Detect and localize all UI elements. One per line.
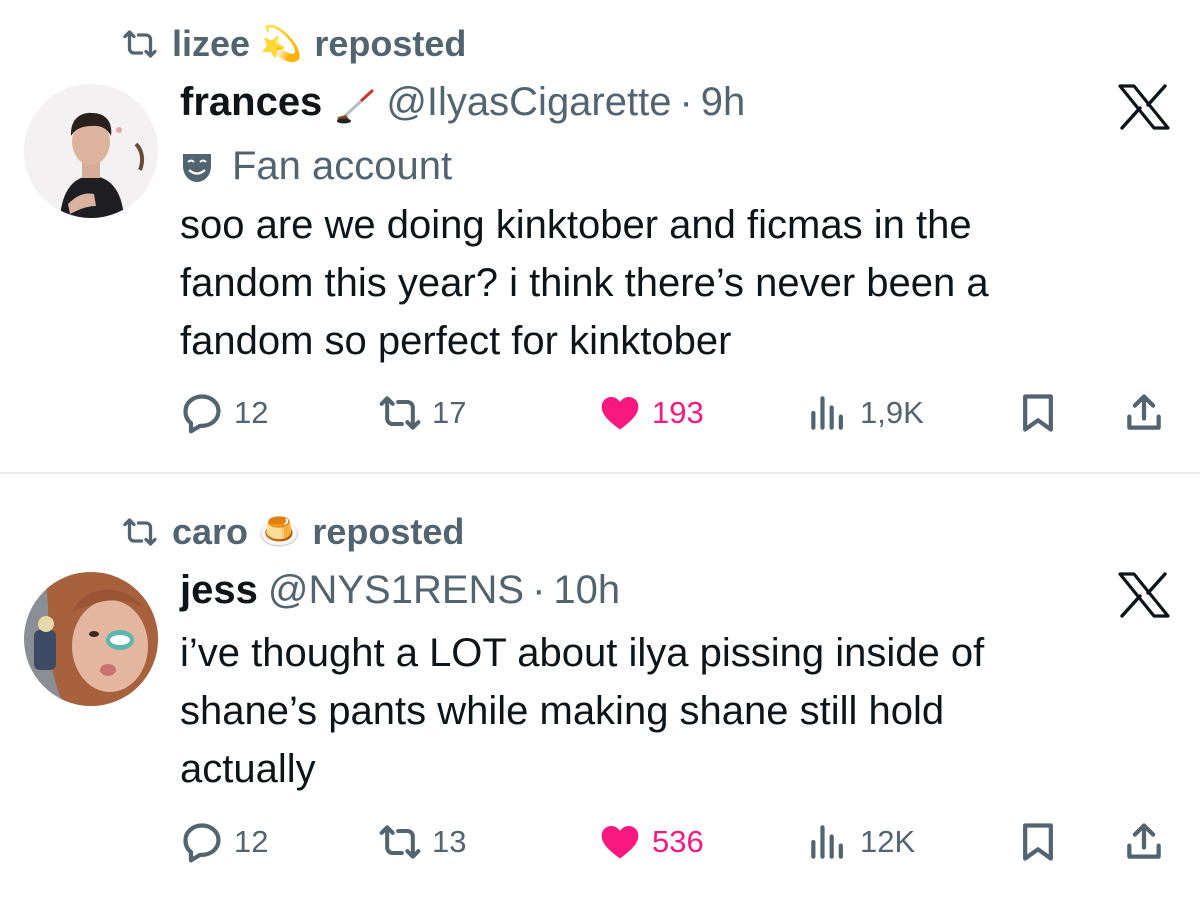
avatar-photo (24, 572, 158, 706)
avatar-photo (24, 84, 158, 218)
sparkle-emoji: 💫 (260, 25, 303, 63)
flan-emoji: 🍮 (258, 513, 301, 551)
bookmark-icon (1023, 823, 1053, 861)
tweet-card[interactable]: caro 🍮 reposted jess @NYS1RENS · 10h i’v… (0, 474, 1200, 903)
views-button[interactable]: 12K (806, 817, 915, 867)
tweet-header: jess @NYS1RENS · 10h (180, 568, 620, 620)
repost-button[interactable]: 13 (378, 817, 466, 867)
reply-button[interactable]: 12 (180, 388, 268, 438)
tweet-text: soo are we doing kinktober and ficmas in… (180, 196, 1170, 370)
avatar[interactable] (24, 84, 158, 218)
bookmark-icon (1023, 394, 1053, 432)
x-logo-icon[interactable] (1118, 572, 1170, 618)
reply-button[interactable]: 12 (180, 817, 268, 867)
reposter-name[interactable]: lizee (172, 23, 250, 65)
repost-button[interactable]: 17 (378, 388, 466, 438)
share-button[interactable] (1122, 388, 1176, 438)
share-icon (1127, 823, 1161, 859)
views-count: 1,9K (860, 395, 924, 430)
repost-count: 13 (432, 824, 467, 859)
repost-context[interactable]: caro 🍮 reposted (118, 510, 464, 554)
hockey-stick-icon (337, 89, 374, 124)
repost-icon (379, 396, 421, 430)
repost-icon (123, 518, 157, 546)
theater-mask-icon (183, 153, 211, 182)
bookmark-button[interactable] (1016, 817, 1070, 867)
views-button[interactable]: 1,9K (806, 388, 924, 438)
views-count: 12K (860, 824, 916, 859)
reposted-label: reposted (312, 511, 465, 552)
text-line: shane’s pants while making shane still h… (180, 689, 945, 733)
tweet-text: i’ve thought a LOT about ilya pissing in… (180, 624, 1170, 798)
heart-icon (601, 397, 639, 430)
reply-count: 12 (234, 824, 269, 859)
action-bar: 12 13 536 12K (180, 817, 1170, 867)
repost-count: 17 (432, 395, 467, 430)
x-logo-icon[interactable] (1118, 84, 1170, 130)
repost-context[interactable]: lizee 💫 reposted (118, 22, 466, 66)
reply-count: 12 (234, 395, 269, 430)
heart-icon (601, 826, 639, 859)
author-handle[interactable]: @NYS1RENS (268, 568, 524, 613)
tweet-header: frances @IlyasCigarette · 9h (180, 80, 745, 132)
views-icon (811, 825, 843, 859)
bookmark-button[interactable] (1016, 388, 1070, 438)
text-line: soo are we doing kinktober and ficmas in… (180, 203, 972, 247)
like-button[interactable]: 536 (598, 817, 704, 867)
separator-dot: · (679, 80, 693, 124)
share-icon (1127, 394, 1161, 430)
reply-icon (183, 394, 221, 434)
author-name[interactable]: frances (180, 80, 322, 125)
views-icon (811, 396, 843, 430)
like-button[interactable]: 193 (598, 388, 704, 438)
author-handle[interactable]: @IlyasCigarette (386, 80, 671, 125)
reposted-label: reposted (314, 23, 467, 64)
repost-icon (379, 825, 421, 859)
tweet-card[interactable]: lizee 💫 reposted frances @IlyasCigarette… (0, 0, 1200, 472)
text-line: i’ve thought a LOT about ilya pissing in… (180, 631, 985, 675)
separator-dot: · (532, 568, 546, 612)
author-name[interactable]: jess (180, 568, 258, 613)
reposter-name[interactable]: caro (172, 511, 248, 553)
fan-account-label[interactable]: Fan account (180, 144, 452, 189)
text-line: actually (180, 747, 316, 791)
action-bar: 12 17 193 1,9K (180, 388, 1170, 438)
text-line: fandom so perfect for kinktober (180, 319, 732, 363)
avatar[interactable] (24, 572, 158, 706)
text-line: fandom this year? i think there’s never … (180, 261, 989, 305)
timestamp[interactable]: 10h (553, 568, 620, 613)
share-button[interactable] (1122, 817, 1176, 867)
timestamp[interactable]: 9h (701, 80, 746, 125)
reply-icon (183, 823, 221, 863)
label-text: Fan account (232, 144, 453, 188)
like-count: 536 (652, 824, 704, 859)
like-count: 193 (652, 395, 704, 430)
repost-icon (123, 30, 157, 58)
